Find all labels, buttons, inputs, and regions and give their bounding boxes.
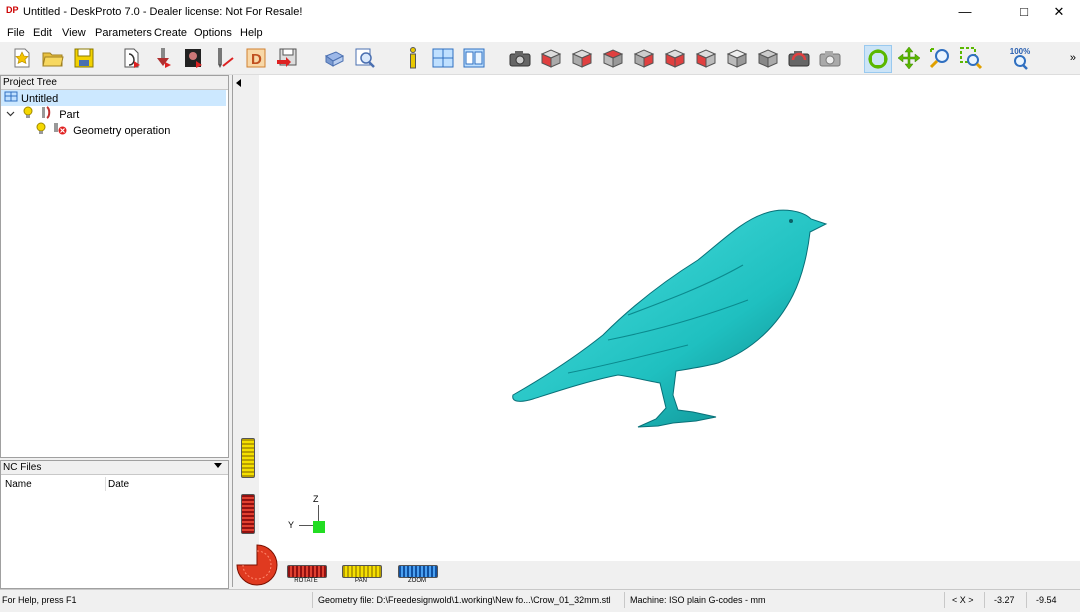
window-title: Untitled - DeskProto 7.0 - Dealer licens… [23, 6, 303, 18]
view-iso-icon[interactable] [725, 46, 749, 70]
minimize-button[interactable]: — [942, 0, 988, 24]
tree-item-geometry-operation[interactable]: Geometry operation [36, 122, 170, 138]
bitmap-operation-icon[interactable] [182, 46, 206, 70]
project-tree-panel: Project Tree Untitled Part Geometry oper… [0, 75, 229, 458]
axis-z-label: Z [313, 494, 319, 504]
geometry-operation-icon [53, 122, 67, 140]
project-tree-header: Project Tree [1, 76, 228, 90]
toolpath-d-icon[interactable]: D [244, 46, 268, 70]
status-separator [624, 592, 625, 608]
status-machine: Machine: ISO plain G-codes - mm [630, 595, 766, 605]
zoom-100-icon[interactable]: 100% [1008, 46, 1032, 70]
menu-options[interactable]: Options [194, 27, 232, 39]
view-back-icon[interactable] [663, 46, 687, 70]
lightbulb-icon[interactable] [36, 122, 46, 140]
tree-item-untitled[interactable]: Untitled [1, 90, 226, 106]
axis-origin-cube [313, 521, 325, 533]
app-logo-icon: DP [6, 5, 19, 15]
menu-bar: File Edit View Parameters Create Options… [0, 24, 1080, 42]
view-bottom-icon[interactable] [756, 46, 780, 70]
lightbulb-icon[interactable] [23, 106, 33, 124]
svg-text:D: D [251, 51, 262, 68]
menu-file[interactable]: File [7, 27, 25, 39]
tree-item-label: Untitled [21, 92, 59, 105]
info-icon[interactable] [400, 46, 424, 70]
tree-item-label: Part [59, 108, 80, 121]
toolbar-overflow-button[interactable]: » [1070, 52, 1076, 64]
nc-files-title: NC Files [3, 462, 42, 473]
camera-reset-icon[interactable] [818, 46, 842, 70]
status-help: For Help, press F1 [2, 595, 77, 605]
title-bar: DP Untitled - DeskProto 7.0 - Dealer lic… [0, 0, 1080, 24]
status-geometry-file: Geometry file: D:\Freedesignwold\1.worki… [318, 595, 611, 605]
menu-view[interactable]: View [62, 27, 86, 39]
pan-mode-icon[interactable] [897, 46, 921, 70]
status-axis-toggle[interactable]: < X > [952, 595, 974, 605]
status-separator [984, 592, 985, 608]
zoom-slider-label: ZOOM [408, 578, 426, 584]
rotate-mode-icon[interactable] [864, 45, 892, 73]
nc-files-header[interactable]: NC Files [1, 461, 228, 475]
axis-indicator: Z Y [288, 494, 331, 541]
zoom-window-icon[interactable] [959, 46, 983, 70]
collapse-panel-icon[interactable] [236, 79, 241, 87]
save-icon[interactable] [72, 46, 96, 70]
close-button[interactable]: ✕ [1036, 0, 1080, 24]
camera-rotate-icon[interactable] [787, 46, 811, 70]
rotate-slider-label: ROTATE [294, 578, 318, 584]
column-header-date[interactable]: Date [108, 479, 129, 490]
status-bar: For Help, press F1 Geometry file: D:\Fre… [0, 589, 1080, 612]
write-nc-icon[interactable] [275, 46, 299, 70]
status-x-coordinate: -3.27 [994, 595, 1015, 605]
rotate-slider[interactable] [287, 565, 327, 578]
menu-parameters[interactable]: Parameters [95, 27, 152, 39]
zoom-100-label: 100% [1009, 47, 1031, 56]
view-front-icon[interactable] [570, 46, 594, 70]
rotate-dial[interactable] [235, 543, 279, 587]
open-folder-icon[interactable] [41, 46, 65, 70]
zoom-slider[interactable] [398, 565, 438, 578]
operation-icon[interactable] [151, 46, 175, 70]
3d-viewport[interactable]: Z Y ROTATE PAN ZOOM [232, 75, 1080, 587]
view-cube-icon[interactable] [539, 46, 563, 70]
window-layout-icon[interactable] [462, 46, 486, 70]
crow-model[interactable] [508, 205, 828, 430]
camera-icon[interactable] [508, 46, 532, 70]
view-right-icon[interactable] [601, 46, 625, 70]
new-project-icon[interactable] [10, 46, 34, 70]
zoom-mode-icon[interactable] [928, 46, 952, 70]
menu-edit[interactable]: Edit [33, 27, 52, 39]
tree-item-part[interactable]: Part [1, 106, 79, 122]
pan-slider-vertical[interactable] [241, 438, 255, 478]
status-separator [1026, 592, 1027, 608]
chevron-down-icon[interactable] [214, 463, 222, 468]
menu-create[interactable]: Create [154, 27, 187, 39]
menu-help[interactable]: Help [240, 27, 263, 39]
status-separator [944, 592, 945, 608]
simulation-icon[interactable] [322, 46, 346, 70]
toolbar: D 100% » [0, 42, 1080, 75]
column-header-name[interactable]: Name [5, 479, 32, 490]
pan-slider-label: PAN [355, 578, 367, 584]
view-top-icon[interactable] [632, 46, 656, 70]
pan-slider[interactable] [342, 565, 382, 578]
layout-panes-icon[interactable] [431, 46, 455, 70]
view-left-icon[interactable] [694, 46, 718, 70]
status-y-coordinate: -9.54 [1036, 595, 1057, 605]
collapse-chevron-icon[interactable] [6, 107, 16, 123]
axis-y-label: Y [288, 520, 295, 530]
column-separator[interactable] [105, 477, 106, 491]
rotate-slider-vertical[interactable] [241, 494, 255, 534]
tool-icon[interactable] [213, 46, 237, 70]
part-parameters-icon[interactable] [120, 46, 144, 70]
nc-files-panel: NC Files Name Date [0, 460, 229, 589]
tree-item-label: Geometry operation [73, 124, 171, 137]
preview-zoom-icon[interactable] [353, 46, 377, 70]
status-separator [312, 592, 313, 608]
